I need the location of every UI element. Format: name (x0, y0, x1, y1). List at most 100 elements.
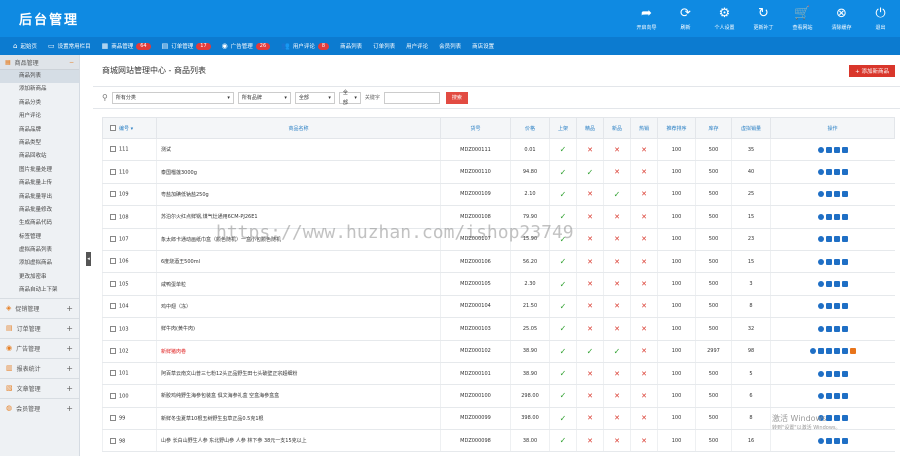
product-price[interactable]: 56.20 (510, 250, 550, 274)
cross-icon[interactable]: ✕ (614, 325, 620, 333)
cross-icon[interactable]: ✕ (641, 370, 647, 378)
sidebar-group-5[interactable]: ◍ 会员管理 + (0, 397, 79, 418)
row-checkbox[interactable] (110, 370, 116, 377)
nav-item-0[interactable]: ⌂ 起始页 (13, 42, 37, 50)
nav-item-7[interactable]: 订单列表 (373, 42, 395, 50)
delete-icon[interactable] (841, 169, 848, 176)
cross-icon[interactable]: ✕ (641, 325, 647, 333)
sidebar-item-15[interactable]: 更改加密串 (0, 271, 79, 284)
plus-icon[interactable]: + (66, 304, 73, 313)
delete-icon[interactable] (841, 258, 848, 265)
edit-icon[interactable] (825, 258, 832, 265)
cross-icon[interactable]: ✕ (614, 370, 620, 378)
product-sort-order[interactable]: 100 (657, 250, 696, 274)
check-icon[interactable]: ✓ (560, 190, 567, 199)
view-icon[interactable] (817, 437, 824, 444)
plus-icon[interactable]: + (66, 344, 73, 353)
product-stock[interactable]: 2997 (695, 340, 732, 363)
view-icon[interactable] (817, 370, 824, 377)
copy-icon[interactable] (833, 392, 840, 399)
product-virtual-sales[interactable]: 25 (731, 183, 771, 207)
header-tool-3[interactable]: ↻ 更新补丁 (744, 0, 783, 37)
product-price[interactable]: 21.50 (510, 295, 550, 319)
edit-icon[interactable] (825, 169, 832, 176)
product-sort-order[interactable]: 100 (657, 317, 696, 341)
status-select-1[interactable]: 全部 ▾ (294, 91, 335, 104)
check-icon[interactable]: ✓ (560, 145, 567, 154)
sidebar-group-header[interactable]: ▦ 商品管理 − (0, 55, 79, 70)
cross-icon[interactable]: ✕ (587, 325, 593, 333)
product-sort-order[interactable]: 100 (657, 160, 696, 184)
product-name[interactable]: 山参 长白山野生人参 东北野山参 人参 林下参 38元一支15克以上 (156, 429, 441, 453)
copy-icon[interactable] (825, 348, 832, 355)
copy-icon[interactable] (833, 370, 840, 377)
nav-item-3[interactable]: ▤ 订单管理 17 (162, 42, 211, 50)
product-name[interactable]: 阿百草云南文山普三七粉12头正品野生田七头破壁正宗超细粉 (156, 362, 441, 386)
plus-icon[interactable]: + (66, 384, 73, 393)
cross-icon[interactable]: ✕ (641, 213, 647, 221)
view-icon[interactable] (809, 348, 816, 355)
plus-icon[interactable]: + (66, 324, 73, 333)
product-name[interactable]: 苏泊尔火红点鲜锅,煤气灶通用6CM-PJ26E1 (156, 205, 441, 229)
sidebar-item-12[interactable]: 标签管理 (0, 231, 79, 244)
product-name[interactable]: 泰国榴莲3000g (156, 160, 441, 184)
product-price[interactable]: 94.80 (510, 160, 550, 184)
cross-icon[interactable]: ✕ (587, 302, 593, 310)
copy-icon[interactable] (833, 258, 840, 265)
view-icon[interactable] (817, 392, 824, 399)
copy-icon[interactable] (833, 437, 840, 444)
sidebar-group-0[interactable]: ◈ 促销管理 + (0, 297, 79, 318)
delete-icon[interactable] (841, 392, 848, 399)
sidebar-item-3[interactable]: 用户评论 (0, 110, 79, 123)
nav-item-9[interactable]: 会员列表 (439, 42, 461, 50)
product-sort-order[interactable]: 100 (657, 228, 696, 251)
product-stock[interactable]: 500 (695, 407, 732, 431)
sidebar-item-6[interactable]: 商品回收站 (0, 150, 79, 163)
sidebar-item-1[interactable]: 添加新商品 (0, 83, 79, 96)
search-button[interactable]: 搜索 (445, 91, 468, 104)
check-icon[interactable]: ✓ (587, 347, 594, 356)
plus-icon[interactable]: + (66, 364, 73, 373)
delete-icon[interactable] (841, 437, 848, 444)
check-icon[interactable]: ✓ (560, 414, 567, 423)
sidebar-item-4[interactable]: 商品品牌 (0, 124, 79, 137)
sidebar-group-3[interactable]: ▥ 报表统计 + (0, 357, 79, 378)
cross-icon[interactable]: ✕ (587, 414, 593, 422)
product-price[interactable]: 298.00 (510, 384, 550, 408)
delete-icon[interactable] (833, 348, 840, 355)
header-tool-2[interactable]: ⚙ 个人设置 (705, 0, 744, 37)
cross-icon[interactable]: ✕ (614, 280, 620, 288)
nav-item-1[interactable]: ▭ 设置常用栏目 (48, 42, 91, 50)
sidebar-item-5[interactable]: 商品类型 (0, 137, 79, 150)
sidebar-item-9[interactable]: 商品批量导出 (0, 191, 79, 204)
cross-icon[interactable]: ✕ (641, 392, 647, 400)
cross-icon[interactable]: ✕ (587, 213, 593, 221)
product-stock[interactable]: 500 (695, 250, 732, 274)
product-name[interactable]: 象太郎卡通动画纸巾盒（颜色随机）一盒小包颜色随机 (156, 228, 441, 251)
row-checkbox[interactable] (110, 236, 116, 242)
check-icon[interactable]: ✓ (560, 212, 567, 221)
cross-icon[interactable]: ✕ (614, 213, 620, 221)
row-checkbox[interactable] (110, 325, 116, 332)
product-price[interactable]: 398.00 (510, 407, 550, 431)
sidebar-item-16[interactable]: 商品自动上下架 (0, 284, 79, 297)
product-price[interactable]: 38.90 (510, 340, 550, 363)
sidebar-group-2[interactable]: ◉ 广告管理 + (0, 337, 79, 358)
row-checkbox[interactable] (110, 415, 116, 422)
product-stock[interactable]: 500 (695, 429, 732, 453)
check-icon[interactable]: ✓ (560, 436, 567, 445)
product-stock[interactable]: 500 (695, 362, 732, 386)
product-sort-order[interactable]: 100 (657, 138, 696, 162)
product-sort-order[interactable]: 100 (657, 384, 696, 408)
product-name[interactable]: 鲜牛肉(黄牛肉) (156, 317, 441, 341)
edit-icon[interactable] (825, 213, 832, 220)
row-checkbox[interactable] (110, 437, 116, 444)
delete-icon[interactable] (841, 236, 848, 243)
add-product-button[interactable]: + 添加新商品 (849, 64, 895, 77)
product-name[interactable]: 鸡中翅（冻） (156, 295, 441, 319)
edit-icon[interactable] (825, 370, 832, 377)
check-icon[interactable]: ✓ (560, 280, 567, 289)
delete-icon[interactable] (841, 303, 848, 310)
check-icon[interactable]: ✓ (560, 369, 567, 378)
view-icon[interactable] (817, 258, 824, 265)
